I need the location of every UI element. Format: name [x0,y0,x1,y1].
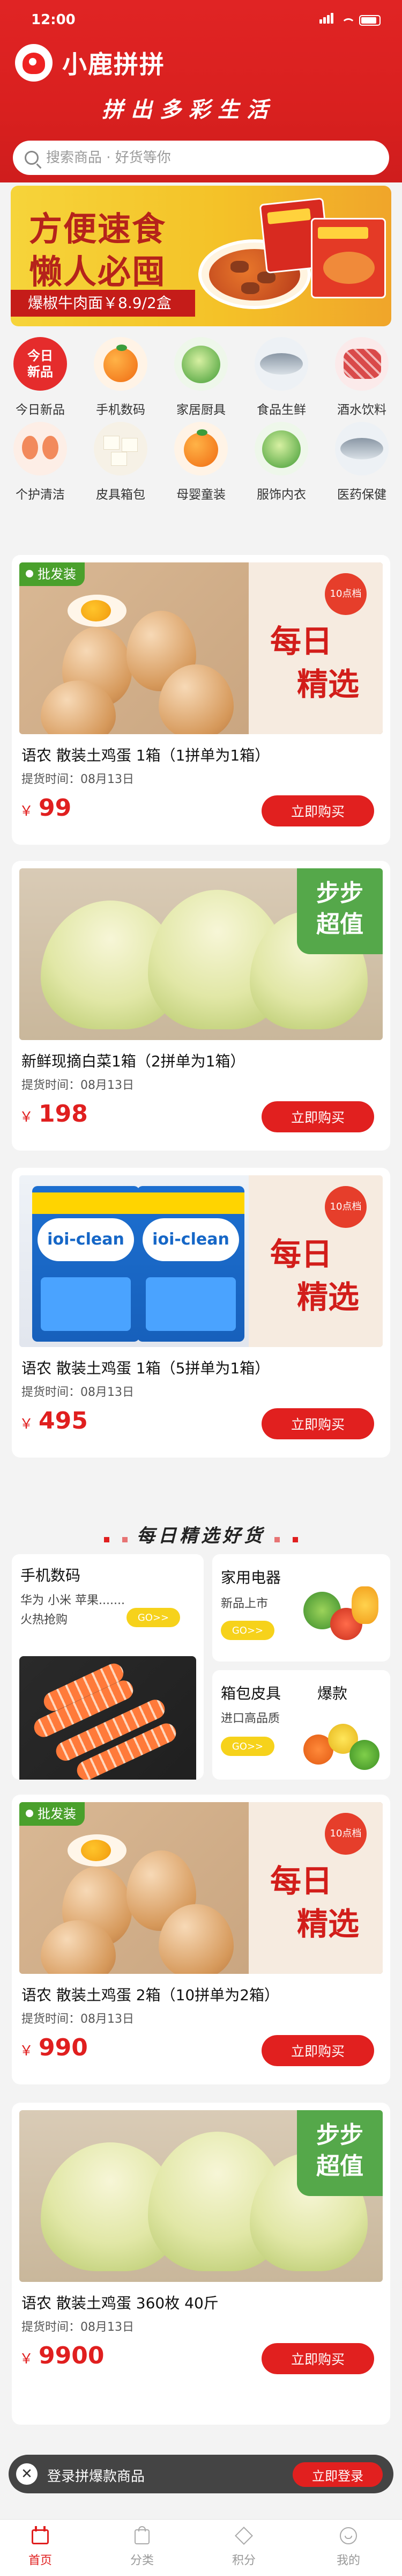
noodle-package-image [311,218,386,298]
promo-card-bags[interactable]: 箱包皮具 爆款 进口高品质 GO>> [212,1670,390,1780]
status-icons [319,13,381,26]
go-button[interactable]: GO>> [126,1608,180,1627]
wholesale-badge: 批发装 [19,1802,85,1826]
product-price: ￥ 495 [19,1407,88,1435]
product-title: 语农 散装土鸡蛋 2箱（10拼单为2箱） [21,1986,280,2004]
pickup-time: 提货时间：08月13日 [21,2012,134,2026]
go-button[interactable]: GO>> [221,1621,274,1640]
buy-now-button[interactable]: 立即购买 [262,2035,374,2066]
brand: 小鹿拼拼 [15,44,165,82]
product-price: ￥ 9900 [19,2342,105,2369]
product-title: 语农 散装土鸡蛋 1箱（5拼单为1箱） [21,1359,270,1377]
salmon-image [19,1656,196,1780]
tab-points[interactable]: 积分 [212,2525,276,2568]
tab-home[interactable]: 首页 [8,2525,72,2568]
category-icon [131,2525,153,2546]
product-card[interactable]: 10点档 每日 精选 批发装 语农 散装土鸡蛋 2箱（10拼单为2箱） 提货时间… [12,1795,390,2084]
status-time: 12:00 [31,12,76,28]
daily-select-badge: 10点档 每日 精选 [249,1175,383,1347]
shrimp-icon [13,422,67,475]
search-input[interactable] [46,150,368,166]
slogan: 拼出多彩生活 [102,97,276,122]
search-bar[interactable] [13,141,389,175]
pickup-time: 提货时间：08月13日 [21,2321,134,2334]
tab-profile[interactable]: 我的 [316,2525,381,2568]
orange-icon [94,337,147,391]
tab-category[interactable]: 分类 [110,2525,174,2568]
product-image: 10点档 每日 精选 批发装 [19,1802,383,1974]
bottom-tab-bar: 首页 分类 积分 我的 [0,2519,402,2576]
category-item[interactable]: 医药保健 [327,422,397,502]
pickup-time: 提货时间：08月13日 [21,1386,134,1399]
tofu-icon [94,422,147,475]
daily-select-badge: 10点档 每日 精选 [249,562,383,734]
category-item[interactable]: 家居厨具 [166,337,236,418]
product-image: 步步 超值 [19,868,383,1040]
login-button[interactable]: 立即登录 [293,2462,383,2487]
banner-line1: 方便速食 [29,209,167,248]
category-item[interactable]: 服饰内衣 [247,422,316,502]
step-value-badge: 步步 超值 [297,2110,383,2196]
orange-icon [174,422,228,475]
wifi-icon [340,16,355,26]
category-item[interactable]: 酒水饮料 [327,337,397,418]
product-title: 语农 散装土鸡蛋 360枚 40斤 [21,2294,219,2312]
login-prompt-bar: ✕ 登录拼爆款商品 立即登录 [9,2455,393,2493]
promo-card-appliance[interactable]: 家用电器 新品上市 GO>> [212,1554,390,1662]
today-new-icon: 今日 新品 [13,337,67,391]
pickup-time: 提货时间：08月13日 [21,773,134,786]
cabbage-icon [174,337,228,391]
home-icon [29,2525,51,2546]
product-card[interactable]: 10点档 每日 精选 批发装 语农 散装土鸡蛋 1箱（1拼单为1箱） 提货时间：… [12,555,390,845]
product-image: ioi-clean ioi-clean 10点档 每日 精选 [19,1175,383,1347]
category-item[interactable]: 个护清洁 [5,422,75,502]
category-item[interactable]: 手机数码 [86,337,155,418]
product-price: ￥ 99 [19,794,72,822]
go-button[interactable]: GO>> [221,1737,274,1756]
battery-icon [359,15,381,26]
section-title: 每日精选好货 [0,1521,402,1547]
banner-line2: 懒人必囤 [29,252,167,291]
vegetable-image [293,1576,384,1651]
logo-icon [15,44,53,82]
banner-tag: 爆椒牛肉面￥8.9/2盒 [11,290,195,317]
app-title: 小鹿拼拼 [62,50,165,79]
points-icon [233,2525,255,2546]
step-value-badge: 步步 超值 [297,868,383,954]
category-item[interactable]: 食品生鲜 [247,337,316,418]
product-price: ￥ 198 [19,1100,88,1128]
pickup-time: 提货时间：08月13日 [21,1079,134,1092]
product-image: 步步 超值 [19,2110,383,2282]
meat-icon [335,337,389,391]
fish-icon [335,422,389,475]
close-icon[interactable]: ✕ [16,2463,38,2485]
profile-icon [338,2525,359,2546]
category-item[interactable]: 皮具箱包 [86,422,155,502]
promo-banner[interactable]: 方便速食 懒人必囤 爆椒牛肉面￥8.9/2盒 [11,186,391,326]
status-bar: 12:00 [0,0,402,32]
product-price: ￥ 990 [19,2034,88,2061]
fish-icon [255,337,308,391]
category-item[interactable]: 母婴童装 [166,422,236,502]
header-area: 12:00 小鹿拼拼 拼出多彩生活 [0,0,402,182]
cabbage-icon [255,422,308,475]
login-prompt-text: 登录拼爆款商品 [47,2469,145,2485]
category-item[interactable]: 今日 新品 今日新品 [5,337,75,418]
buy-now-button[interactable]: 立即购买 [262,1101,374,1132]
signal-icon [319,13,334,26]
product-image: 10点档 每日 精选 批发装 [19,562,383,734]
wholesale-badge: 批发装 [19,562,85,586]
buy-now-button[interactable]: 立即购买 [262,1408,374,1439]
fruit-image [298,1718,384,1777]
product-card[interactable]: ioi-clean ioi-clean 10点档 每日 精选 语农 散装土鸡蛋 … [12,1168,390,1458]
daily-select-badge: 10点档 每日 精选 [249,1802,383,1974]
product-title: 语农 散装土鸡蛋 1箱（1拼单为1箱） [21,747,270,764]
buy-now-button[interactable]: 立即购买 [262,795,374,826]
product-card[interactable]: 步步 超值 新鲜现摘白菜1箱（2拼单为1箱） 提货时间：08月13日 ￥ 198 立… [12,861,390,1151]
buy-now-button[interactable]: 立即购买 [262,2343,374,2374]
product-title: 新鲜现摘白菜1箱（2拼单为1箱） [21,1052,245,1070]
product-card[interactable]: 步步 超值 语农 散装土鸡蛋 360枚 40斤 提货时间：08月13日 ￥ 9900… [12,2103,390,2425]
promo-card-digital[interactable]: 手机数码 华为 小米 苹果....... 火热抢购 GO>> [12,1554,204,1780]
search-icon [25,151,39,165]
